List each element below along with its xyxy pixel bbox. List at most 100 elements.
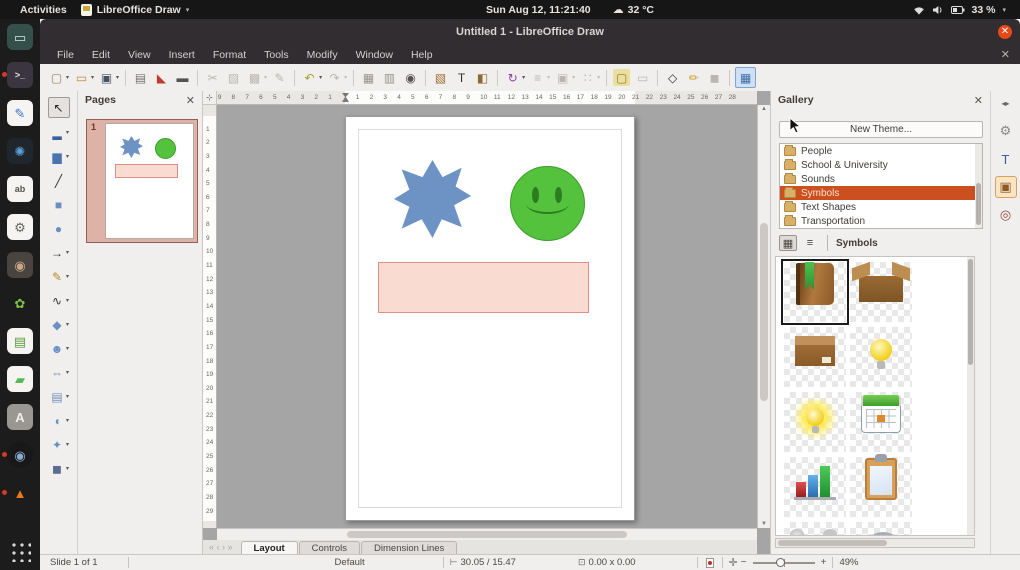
new-theme-button[interactable]: New Theme... bbox=[779, 121, 983, 138]
dock-item-settings[interactable]: ⚙ bbox=[7, 214, 33, 240]
gallery-button[interactable]: ▦ bbox=[735, 67, 757, 88]
menu-tools[interactable]: Tools bbox=[255, 49, 298, 61]
gallery-item-bar-chart[interactable] bbox=[784, 457, 846, 517]
distribute-selection-button[interactable]: ∷ ▾ bbox=[578, 68, 601, 87]
clock-button[interactable]: Sun Aug 12, 11:21:40 bbox=[486, 4, 591, 16]
stars-and-banners-dropdown-arrow-icon[interactable]: ▾ bbox=[66, 441, 69, 448]
lines-and-arrows-dropdown-arrow-icon[interactable]: ▾ bbox=[66, 249, 69, 256]
title-bar[interactable]: Untitled 1 - LibreOffice Draw ✕ bbox=[40, 19, 1020, 45]
zoom-slider[interactable] bbox=[752, 558, 815, 567]
pages-close-icon[interactable]: ✕ bbox=[186, 94, 195, 107]
vertical-scrollbar-thumb[interactable] bbox=[760, 223, 768, 402]
display-grid-button[interactable]: ▦ bbox=[359, 68, 378, 87]
arrange-button[interactable]: ▣ ▾ bbox=[553, 68, 576, 87]
gallery-horizontal-scrollbar[interactable] bbox=[775, 538, 975, 548]
rotate-button[interactable]: ↻ ▾ bbox=[503, 68, 526, 87]
fill-color-tool-button[interactable]: ▆ ▾ bbox=[47, 147, 70, 166]
dock-item-leaf-app[interactable]: ✿ bbox=[7, 290, 33, 316]
clone-formatting-button[interactable]: ✎ bbox=[270, 68, 289, 87]
layer-style-indicator[interactable]: Default bbox=[335, 557, 365, 568]
gallery-theme-text-shapes[interactable]: Text Shapes bbox=[780, 200, 982, 214]
distribute-selection-dropdown-arrow-icon[interactable]: ▾ bbox=[597, 74, 600, 81]
page-navigation-buttons[interactable]: « ‹ › » bbox=[203, 542, 241, 554]
redo-dropdown-arrow-icon[interactable]: ▾ bbox=[344, 74, 347, 81]
icon-view-button[interactable]: ▦ bbox=[779, 235, 797, 251]
cut-button[interactable]: ✂ bbox=[203, 68, 222, 87]
select-tool-button[interactable]: ↖ bbox=[47, 97, 70, 118]
new-document-dropdown-arrow-icon[interactable]: ▾ bbox=[66, 74, 69, 81]
block-arrows-dropdown-arrow-icon[interactable]: ▾ bbox=[66, 369, 69, 376]
curves-and-polygons-dropdown-arrow-icon[interactable]: ▾ bbox=[66, 273, 69, 280]
menu-insert[interactable]: Insert bbox=[160, 49, 204, 61]
sidebar-settings-button[interactable]: ◂▸ bbox=[1001, 99, 1009, 108]
connectors-tool-button[interactable]: ∿ ▾ bbox=[47, 291, 70, 310]
horizontal-scrollbar[interactable] bbox=[217, 528, 757, 540]
paste-dropdown-arrow-icon[interactable]: ▾ bbox=[264, 74, 267, 81]
thumbnail-scrollbar[interactable] bbox=[967, 257, 974, 535]
dock-item-camera-app[interactable]: ◉ bbox=[2, 442, 33, 468]
gallery-theme-transportation[interactable]: Transportation bbox=[780, 214, 982, 228]
paste-button[interactable]: ▩ ▾ bbox=[245, 68, 268, 87]
rectangle-tool-button[interactable]: ■ bbox=[49, 195, 69, 214]
menu-help[interactable]: Help bbox=[402, 49, 442, 61]
symbol-shapes-tool-button[interactable]: ☻ ▾ bbox=[47, 339, 70, 358]
horizontal-scrollbar-thumb[interactable] bbox=[346, 531, 628, 538]
layer-tab-layout[interactable]: Layout bbox=[240, 541, 298, 554]
gallery-theme-symbols[interactable]: Symbols bbox=[780, 186, 982, 200]
drawing-page[interactable] bbox=[345, 116, 635, 521]
sidebar-tab-gallery[interactable]: ▣ bbox=[994, 176, 1017, 198]
align-objects-button[interactable]: ≡ ▾ bbox=[528, 68, 551, 87]
crop-button[interactable]: ▭ bbox=[633, 68, 652, 87]
ruler-corner[interactable]: ⊹ bbox=[203, 91, 217, 105]
close-document-button[interactable]: ✕ bbox=[1001, 48, 1020, 61]
basic-shapes-tool-button[interactable]: ◆ ▾ bbox=[47, 315, 70, 334]
print-button[interactable]: ▬ bbox=[173, 68, 192, 87]
ellipse-tool-button[interactable]: ● bbox=[49, 219, 69, 238]
stars-and-banners-tool-button[interactable]: ✦ ▾ bbox=[47, 435, 70, 454]
menu-format[interactable]: Format bbox=[204, 49, 255, 61]
line-color-tool-button[interactable]: ▂ ▾ bbox=[47, 123, 70, 142]
block-arrows-tool-button[interactable]: ⇔ ▾ bbox=[47, 363, 70, 382]
gallery-item-compass[interactable] bbox=[850, 522, 912, 535]
weather-indicator[interactable]: ☁ 32 °C bbox=[613, 3, 654, 17]
dock-item-terminal[interactable]: >_ bbox=[2, 62, 33, 88]
layer-tab-controls[interactable]: Controls bbox=[298, 541, 361, 554]
activities-button[interactable]: Activities bbox=[20, 4, 67, 16]
connectors-dropdown-arrow-icon[interactable]: ▾ bbox=[66, 297, 69, 304]
line-color-dropdown-arrow-icon[interactable]: ▾ bbox=[66, 129, 69, 136]
fill-color-dropdown-arrow-icon[interactable]: ▾ bbox=[66, 153, 69, 160]
glue-points-button[interactable]: ✏ bbox=[684, 68, 703, 87]
rotate-dropdown-arrow-icon[interactable]: ▾ bbox=[522, 74, 525, 81]
flowchart-dropdown-arrow-icon[interactable]: ▾ bbox=[66, 393, 69, 400]
dock-item-text-editor[interactable]: ✎ bbox=[7, 100, 33, 126]
undo-dropdown-arrow-icon[interactable]: ▾ bbox=[319, 74, 322, 81]
insert-image-button[interactable]: ▧ bbox=[431, 68, 450, 87]
arrange-dropdown-arrow-icon[interactable]: ▾ bbox=[572, 74, 575, 81]
menu-file[interactable]: File bbox=[48, 49, 83, 61]
export-button[interactable]: ▤ bbox=[131, 68, 150, 87]
gallery-item-alarm-clock[interactable] bbox=[784, 522, 846, 535]
zoom-percent-indicator[interactable]: 49% bbox=[839, 557, 858, 568]
gallery-theme-sounds[interactable]: Sounds bbox=[780, 172, 982, 186]
menu-window[interactable]: Window bbox=[347, 49, 402, 61]
show-applications-button[interactable] bbox=[9, 540, 31, 562]
gallery-item-calendar[interactable] bbox=[850, 392, 912, 452]
gallery-item-clipboard[interactable] bbox=[850, 454, 912, 517]
dock-item-panels-app[interactable]: ▰ bbox=[7, 366, 33, 392]
toggle-extrusion-button[interactable]: ◼ bbox=[705, 68, 724, 87]
dock-item-dictionary-app[interactable]: ab bbox=[7, 176, 33, 202]
callout-shapes-dropdown-arrow-icon[interactable]: ▾ bbox=[66, 417, 69, 424]
new-document-button[interactable]: ▢ ▾ bbox=[47, 68, 70, 87]
lines-and-arrows-tool-button[interactable]: → ▾ bbox=[47, 243, 70, 262]
dock-item-photos-app[interactable]: ✺ bbox=[7, 138, 33, 164]
list-view-button[interactable]: ≡ bbox=[801, 235, 819, 251]
system-status-menu[interactable]: 33 % ▾ bbox=[820, 4, 1020, 16]
save-dropdown-arrow-icon[interactable]: ▾ bbox=[116, 74, 119, 81]
gallery-item-box-closed[interactable] bbox=[784, 327, 846, 387]
3d-objects-dropdown-arrow-icon[interactable]: ▾ bbox=[66, 465, 69, 472]
edit-points-button[interactable]: ◇ bbox=[663, 68, 682, 87]
open-dropdown-arrow-icon[interactable]: ▾ bbox=[91, 74, 94, 81]
theme-list-scrollbar[interactable] bbox=[975, 144, 982, 228]
gallery-close-icon[interactable]: ✕ bbox=[974, 94, 983, 107]
scroll-down-icon[interactable]: ▼ bbox=[758, 521, 770, 527]
